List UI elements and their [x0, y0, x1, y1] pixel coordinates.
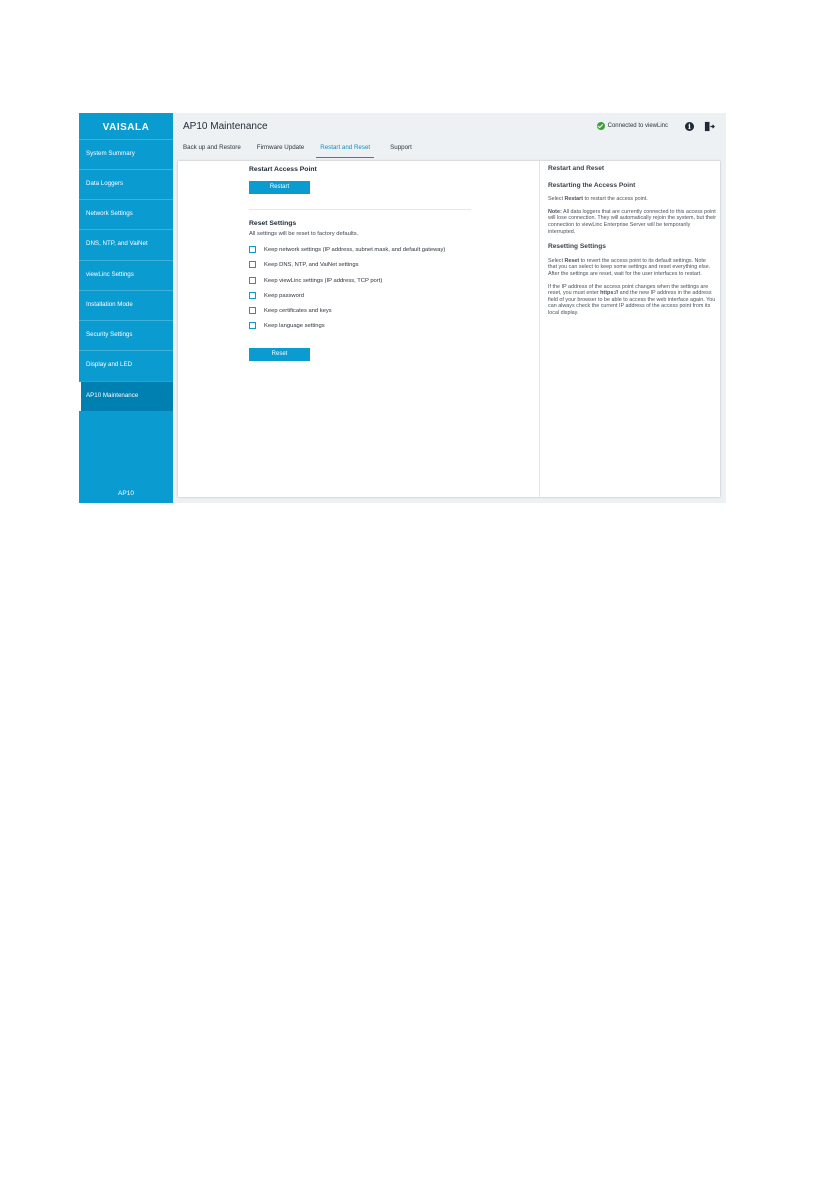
app-window: VAISALA System Summary Data Loggers Netw… — [79, 113, 726, 503]
help-title: Restart and Reset — [548, 165, 605, 172]
restart-section-title: Restart Access Point — [249, 166, 317, 173]
content-panel: Restart Access Point Restart Reset Setti… — [178, 161, 720, 497]
help-reset-heading: Resetting Settings — [548, 243, 606, 251]
reset-subtitle: All settings will be reset to factory de… — [249, 231, 359, 237]
checkbox-keep-viewlinc[interactable] — [249, 277, 256, 284]
header: AP10 Maintenance Connected to viewLinc i… — [173, 113, 726, 159]
tab-backup-restore[interactable]: Back up and Restore — [183, 144, 241, 158]
help-note-text: Note: All data loggers that are currentl… — [548, 208, 716, 235]
tab-restart-reset[interactable]: Restart and Reset — [316, 144, 375, 158]
help-ip-text: If the IP address of the access point ch… — [548, 283, 716, 316]
reset-section-title: Reset Settings — [249, 220, 297, 227]
checkbox-keep-language[interactable] — [249, 322, 256, 329]
option-keep-dns-ntp-vainet: Keep DNS, NTP, and VaiNet settings — [249, 261, 359, 268]
sidebar-item-dns-ntp-vainet[interactable]: DNS, NTP, and VaiNet — [79, 229, 173, 259]
help-divider — [539, 161, 540, 497]
help-panel: Restart and Reset Restarting the Access … — [548, 161, 716, 317]
sidebar-item-data-loggers[interactable]: Data Loggers — [79, 169, 173, 199]
option-keep-network: Keep network settings (IP address, subne… — [249, 246, 445, 253]
option-keep-password: Keep password — [249, 292, 304, 299]
connection-status: Connected to viewLinc — [596, 122, 668, 130]
sidebar-item-security-settings[interactable]: Security Settings — [79, 320, 173, 350]
option-label: Keep viewLinc settings (IP address, TCP … — [264, 277, 383, 284]
reset-button[interactable]: Reset — [249, 348, 310, 361]
section-divider — [249, 209, 471, 210]
option-label: Keep language settings — [264, 322, 325, 329]
tab-support[interactable]: Support — [390, 144, 412, 158]
checkbox-keep-password[interactable] — [249, 292, 256, 299]
option-keep-viewlinc: Keep viewLinc settings (IP address, TCP … — [249, 277, 382, 284]
tab-bar: Back up and Restore Firmware Update Rest… — [183, 144, 428, 158]
checkbox-keep-dns-ntp-vainet[interactable] — [249, 261, 256, 268]
tab-firmware-update[interactable]: Firmware Update — [257, 144, 304, 158]
device-label: AP10 — [118, 490, 134, 497]
connection-status-label: Connected to viewLinc — [607, 123, 668, 129]
check-circle-icon — [596, 122, 605, 130]
info-icon[interactable]: i — [685, 122, 694, 131]
option-keep-language: Keep language settings — [249, 322, 325, 329]
option-label: Keep network settings (IP address, subne… — [264, 246, 446, 253]
help-restart-text: Select Restart to restart the access poi… — [548, 196, 648, 203]
option-label: Keep password — [264, 292, 304, 299]
sidebar-item-display-and-led[interactable]: Display and LED — [79, 350, 173, 380]
vaisala-logo: VAISALA — [102, 122, 150, 133]
option-label: Keep DNS, NTP, and VaiNet settings — [264, 261, 359, 268]
sidebar-item-ap10-maintenance[interactable]: AP10 Maintenance — [79, 381, 173, 411]
sidebar-item-viewlinc-settings[interactable]: viewLinc Settings — [79, 260, 173, 290]
logout-icon[interactable] — [704, 121, 715, 132]
checkbox-keep-network[interactable] — [249, 246, 256, 253]
option-label: Keep certificates and keys — [264, 307, 332, 314]
option-keep-certificates: Keep certificates and keys — [249, 307, 332, 314]
help-reset-text: Select Reset to revert the access point … — [548, 257, 711, 277]
checkbox-keep-certificates[interactable] — [249, 307, 256, 314]
sidebar-item-network-settings[interactable]: Network Settings — [79, 199, 173, 229]
page-title: AP10 Maintenance — [183, 121, 268, 132]
help-restart-heading: Restarting the Access Point — [548, 181, 636, 189]
sidebar-item-system-summary[interactable]: System Summary — [79, 139, 173, 169]
sidebar: VAISALA System Summary Data Loggers Netw… — [79, 113, 173, 503]
sidebar-item-installation-mode[interactable]: Installation Mode — [79, 290, 173, 320]
restart-button[interactable]: Restart — [249, 181, 310, 194]
